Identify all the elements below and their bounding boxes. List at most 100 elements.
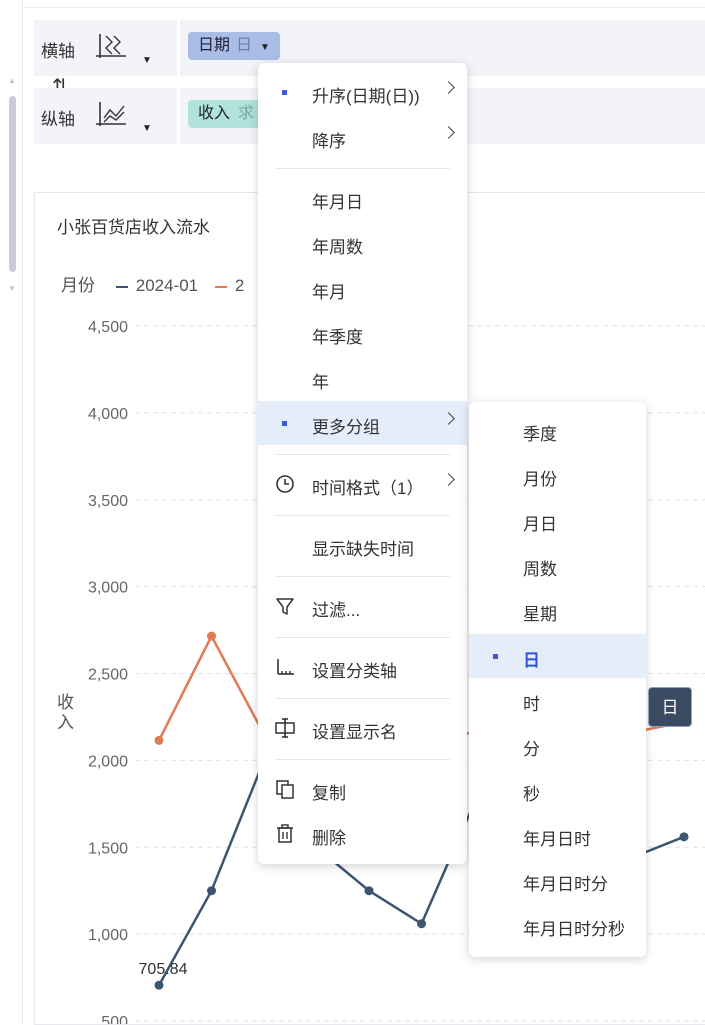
vertical-scrollbar[interactable]: ▲ ▼ <box>6 76 18 298</box>
scroll-thumb[interactable] <box>9 96 16 272</box>
menu-divider <box>276 168 450 169</box>
menu-item-label: 删除 <box>312 829 346 848</box>
date-pill-label: 日期 <box>198 37 231 54</box>
y-tick-label: 2,500 <box>88 667 128 684</box>
menu-item-set-category-axis[interactable]: 设置分类轴 <box>258 645 467 689</box>
menu-item-sort-desc[interactable]: 降序 <box>258 115 467 159</box>
chevron-right-icon <box>442 81 455 94</box>
menu-divider <box>276 576 450 577</box>
menu-item-more-grouping[interactable]: 更多分组 <box>258 401 467 445</box>
selected-marker <box>493 654 498 659</box>
menu-item-label: 年 <box>312 373 329 392</box>
menu-item-year-quarter[interactable]: 年季度 <box>258 311 467 355</box>
copy-icon <box>276 780 294 799</box>
submenu-item-month[interactable]: 月份 <box>469 453 646 497</box>
menu-item-year-month-day[interactable]: 年月日 <box>258 176 467 220</box>
data-point-2024-01[interactable] <box>207 886 216 896</box>
submenu-item-day[interactable]: 日 <box>469 634 646 678</box>
y-tick-label: 3,000 <box>88 580 128 597</box>
submenu-item-second[interactable]: 秒 <box>469 768 646 812</box>
y-tick-label: 4,500 <box>88 319 128 336</box>
category-axis-icon <box>277 659 294 675</box>
chevron-right-icon <box>442 473 455 486</box>
menu-item-copy[interactable]: 复制 <box>258 767 467 811</box>
submenu-item-label: 秒 <box>523 785 540 804</box>
more-grouping-submenu: 季度 月份 月日 周数 星期 日 时 分 秒 年月日时 年月日时分 年月日时分秒 <box>469 402 646 957</box>
filter-icon <box>276 598 294 615</box>
rename-icon <box>275 718 295 738</box>
data-point-2024-01[interactable] <box>364 886 374 896</box>
menu-item-label: 显示缺失时间 <box>312 540 414 559</box>
menu-item-delete[interactable]: 删除 <box>258 812 467 856</box>
data-point-2024-01[interactable] <box>679 832 689 842</box>
menu-item-label: 年月日 <box>312 193 363 212</box>
income-pill-aggregation: 求 <box>238 105 255 122</box>
y-axis-dropdown-icon[interactable]: ▼ <box>142 123 152 134</box>
income-field-pill[interactable]: 收入求 <box>188 100 265 128</box>
submenu-item-ymdhm[interactable]: 年月日时分 <box>469 858 646 902</box>
x-axis-label-area[interactable]: 横轴 ▼ <box>34 20 174 76</box>
menu-item-label: 降序 <box>312 132 346 151</box>
menu-item-year[interactable]: 年 <box>258 356 467 400</box>
menu-item-label: 年月 <box>312 283 346 302</box>
menu-item-label: 时间格式（1） <box>312 479 424 498</box>
x-axis-dropdown-icon[interactable]: ▼ <box>142 55 152 66</box>
submenu-item-label: 周数 <box>523 560 557 579</box>
submenu-item-label: 日 <box>523 651 540 670</box>
menu-item-label: 复制 <box>312 784 346 803</box>
menu-item-time-format[interactable]: 时间格式（1） <box>258 462 467 506</box>
x-axis-label: 横轴 <box>41 42 75 61</box>
y-tick-label: 4,000 <box>88 406 128 423</box>
menu-item-label: 过滤... <box>312 601 361 620</box>
data-point-2024-01[interactable] <box>154 980 164 990</box>
selected-marker <box>282 90 287 95</box>
menu-item-show-missing-time[interactable]: 显示缺失时间 <box>258 523 467 567</box>
menu-item-label: 更多分组 <box>312 418 380 437</box>
menu-item-set-display-name[interactable]: 设置显示名 <box>258 706 467 750</box>
menu-item-label: 设置分类轴 <box>312 662 397 681</box>
hover-tooltip: 日 <box>648 687 692 727</box>
menu-item-year-month[interactable]: 年月 <box>258 266 467 310</box>
submenu-item-label: 分 <box>523 740 540 759</box>
data-point-2024-02[interactable] <box>207 631 216 641</box>
menu-divider <box>276 515 450 516</box>
menu-divider <box>276 637 450 638</box>
y-axis-icon[interactable] <box>96 100 128 130</box>
y-tick-label: 1,500 <box>88 840 128 857</box>
menu-item-label: 年季度 <box>312 328 363 347</box>
submenu-item-label: 月日 <box>523 515 557 534</box>
y-axis-label-area[interactable]: 纵轴 ▼ <box>34 88 174 144</box>
menu-divider <box>276 759 450 760</box>
submenu-item-ymdh[interactable]: 年月日时 <box>469 813 646 857</box>
submenu-item-hour[interactable]: 时 <box>469 678 646 722</box>
scroll-down-arrow-icon[interactable]: ▼ <box>8 284 16 293</box>
trash-icon <box>277 824 293 843</box>
submenu-item-ymdhms[interactable]: 年月日时分秒 <box>469 903 646 947</box>
menu-item-year-week[interactable]: 年周数 <box>258 221 467 265</box>
date-field-pill[interactable]: 日期日 ▼ <box>188 32 280 60</box>
submenu-item-label: 年月日时 <box>523 830 591 849</box>
data-point-2024-01[interactable] <box>417 919 426 929</box>
menu-divider <box>276 454 450 455</box>
submenu-item-weekday[interactable]: 星期 <box>469 588 646 632</box>
submenu-item-label: 季度 <box>523 425 557 444</box>
top-divider <box>0 7 705 8</box>
submenu-item-label: 月份 <box>523 470 557 489</box>
submenu-item-label: 时 <box>523 695 540 714</box>
submenu-item-quarter[interactable]: 季度 <box>469 408 646 452</box>
scroll-up-arrow-icon[interactable]: ▲ <box>8 76 16 85</box>
menu-item-label: 升序(日期(日)) <box>312 87 420 106</box>
menu-item-sort-asc[interactable]: 升序(日期(日)) <box>258 70 467 114</box>
submenu-item-minute[interactable]: 分 <box>469 723 646 767</box>
menu-item-label: 设置显示名 <box>312 723 397 742</box>
date-pill-granularity: 日 <box>236 37 253 54</box>
data-point-2024-02[interactable] <box>154 735 164 745</box>
date-pill-dropdown-icon[interactable]: ▼ <box>260 42 270 53</box>
menu-item-filter[interactable]: 过滤... <box>258 584 467 628</box>
y-tick-label: 2,000 <box>88 753 128 770</box>
submenu-item-month-day[interactable]: 月日 <box>469 498 646 542</box>
income-pill-label: 收入 <box>198 105 231 122</box>
submenu-item-week-number[interactable]: 周数 <box>469 543 646 587</box>
x-axis-icon[interactable] <box>96 32 128 62</box>
data-label: 705.84 <box>139 961 188 978</box>
